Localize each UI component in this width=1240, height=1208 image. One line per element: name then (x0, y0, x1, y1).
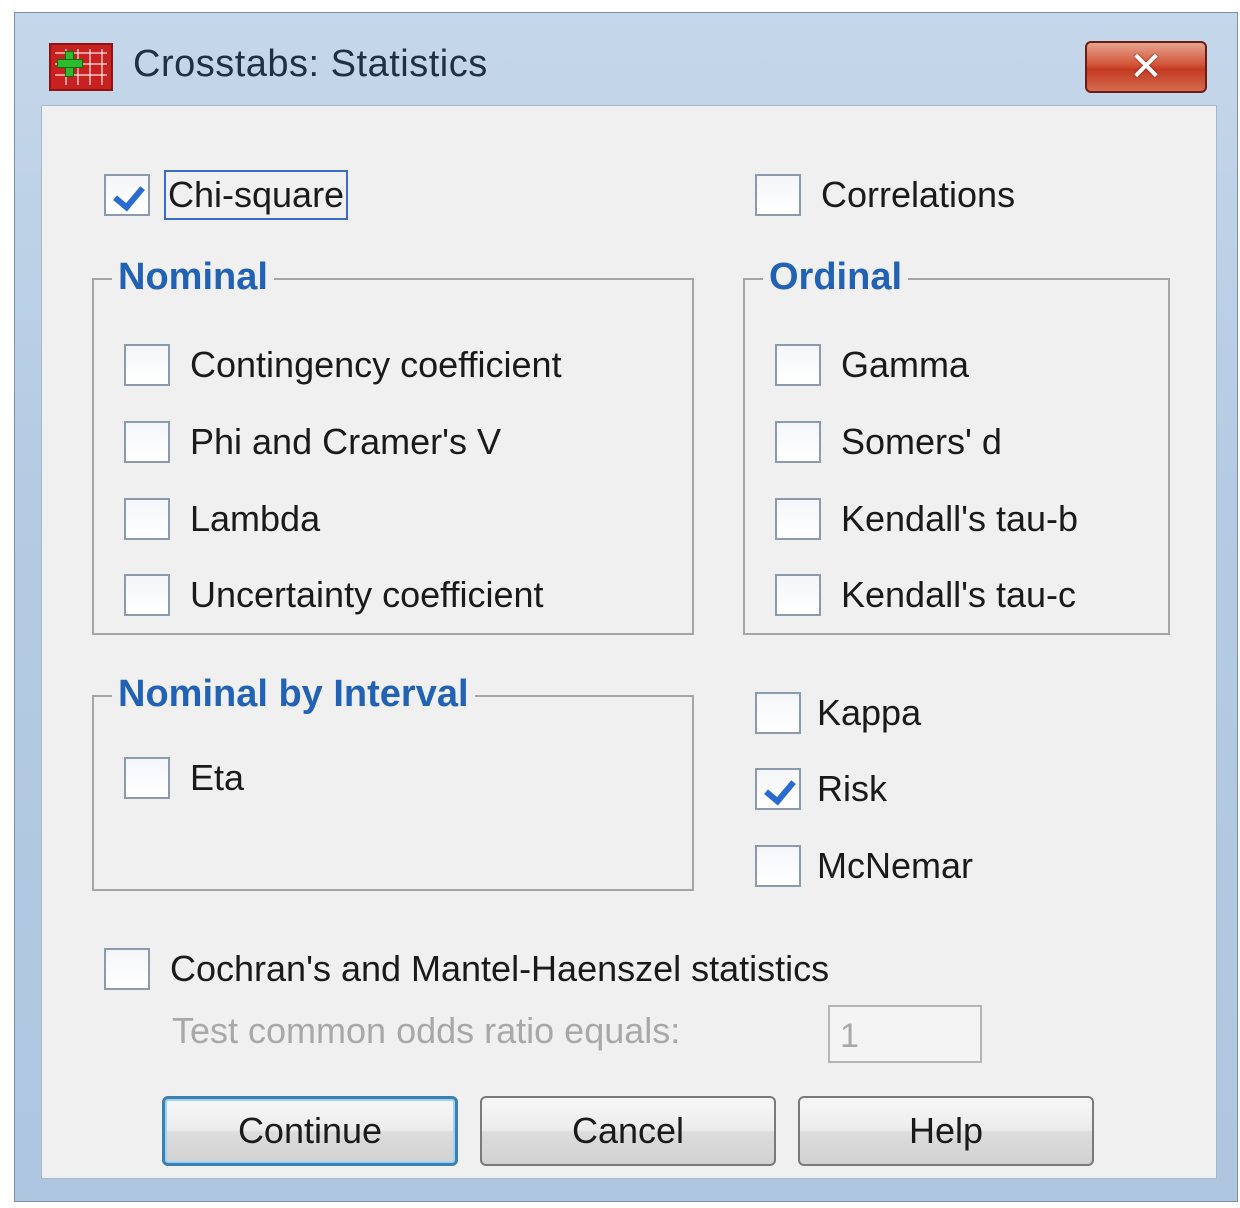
help-button[interactable]: Help (798, 1096, 1094, 1166)
odds-ratio-row: Test common odds ratio equals: (172, 1008, 680, 1054)
uncertainty-coefficient-option[interactable]: Uncertainty coefficient (124, 572, 544, 618)
correlations-label: Correlations (821, 174, 1016, 215)
chi-square-checkbox[interactable] (104, 174, 150, 216)
chi-square-option[interactable]: Chi-square (104, 170, 349, 220)
kappa-label: Kappa (817, 692, 922, 733)
contingency-coefficient-checkbox[interactable] (124, 344, 170, 386)
kendalls-tau-b-checkbox[interactable] (775, 498, 821, 540)
cmh-checkbox[interactable] (104, 948, 150, 990)
lambda-label: Lambda (190, 498, 321, 539)
mcnemar-checkbox[interactable] (755, 845, 801, 887)
dialog-body: Chi-square Correlations Nominal Continge… (41, 105, 1217, 1179)
cancel-button[interactable]: Cancel (480, 1096, 776, 1166)
odds-ratio-label: Test common odds ratio equals: (172, 1010, 681, 1051)
gamma-label: Gamma (841, 344, 970, 385)
nominal-by-interval-group: Nominal by Interval Eta (92, 673, 694, 891)
somers-d-checkbox[interactable] (775, 421, 821, 463)
phi-cramers-v-option[interactable]: Phi and Cramer's V (124, 419, 501, 465)
correlations-option[interactable]: Correlations (755, 172, 1015, 218)
lambda-option[interactable]: Lambda (124, 496, 320, 542)
nominal-group: Nominal Contingency coefficient Phi and … (92, 256, 694, 635)
kappa-checkbox[interactable] (755, 692, 801, 734)
odds-ratio-input[interactable]: 1 (828, 1005, 982, 1063)
phi-cramers-v-checkbox[interactable] (124, 421, 170, 463)
somers-d-option[interactable]: Somers' d (775, 419, 1002, 465)
gamma-checkbox[interactable] (775, 344, 821, 386)
cmh-option[interactable]: Cochran's and Mantel-Haenszel statistics (104, 946, 829, 992)
uncertainty-coefficient-label: Uncertainty coefficient (190, 574, 544, 615)
risk-option[interactable]: Risk (755, 766, 887, 812)
nominal-legend: Nominal (112, 256, 274, 299)
crosstabs-statistics-dialog: Crosstabs: Statistics ✕ Chi-square Corre… (14, 12, 1238, 1202)
kendalls-tau-c-label: Kendall's tau-c (841, 574, 1077, 615)
mcnemar-option[interactable]: McNemar (755, 843, 973, 889)
risk-checkbox[interactable] (755, 768, 801, 810)
lambda-checkbox[interactable] (124, 498, 170, 540)
risk-label: Risk (817, 768, 887, 809)
kendalls-tau-c-option[interactable]: Kendall's tau-c (775, 572, 1076, 618)
nominal-by-interval-legend: Nominal by Interval (112, 673, 475, 716)
kendalls-tau-b-label: Kendall's tau-b (841, 498, 1079, 539)
kendalls-tau-c-checkbox[interactable] (775, 574, 821, 616)
title-bar[interactable]: Crosstabs: Statistics ✕ (15, 13, 1237, 105)
eta-checkbox[interactable] (124, 757, 170, 799)
kendalls-tau-b-option[interactable]: Kendall's tau-b (775, 496, 1078, 542)
contingency-coefficient-label: Contingency coefficient (190, 344, 562, 385)
dialog-title: Crosstabs: Statistics (133, 43, 488, 85)
gamma-option[interactable]: Gamma (775, 342, 969, 388)
cmh-label: Cochran's and Mantel-Haenszel statistics (170, 948, 830, 989)
somers-d-label: Somers' d (841, 421, 1002, 462)
eta-option[interactable]: Eta (124, 755, 244, 801)
chi-square-label: Chi-square (164, 170, 349, 220)
contingency-coefficient-option[interactable]: Contingency coefficient (124, 342, 562, 388)
correlations-checkbox[interactable] (755, 174, 801, 216)
close-button[interactable]: ✕ (1085, 41, 1207, 93)
ordinal-legend: Ordinal (763, 256, 909, 299)
continue-button[interactable]: Continue (162, 1096, 458, 1166)
close-icon: ✕ (1129, 45, 1163, 89)
eta-label: Eta (190, 757, 245, 798)
uncertainty-coefficient-checkbox[interactable] (124, 574, 170, 616)
mcnemar-label: McNemar (817, 845, 974, 886)
phi-cramers-v-label: Phi and Cramer's V (190, 421, 501, 462)
ordinal-group: Ordinal Gamma Somers' d Kendall's tau-b … (743, 256, 1170, 635)
kappa-option[interactable]: Kappa (755, 690, 921, 736)
app-icon (49, 43, 113, 91)
